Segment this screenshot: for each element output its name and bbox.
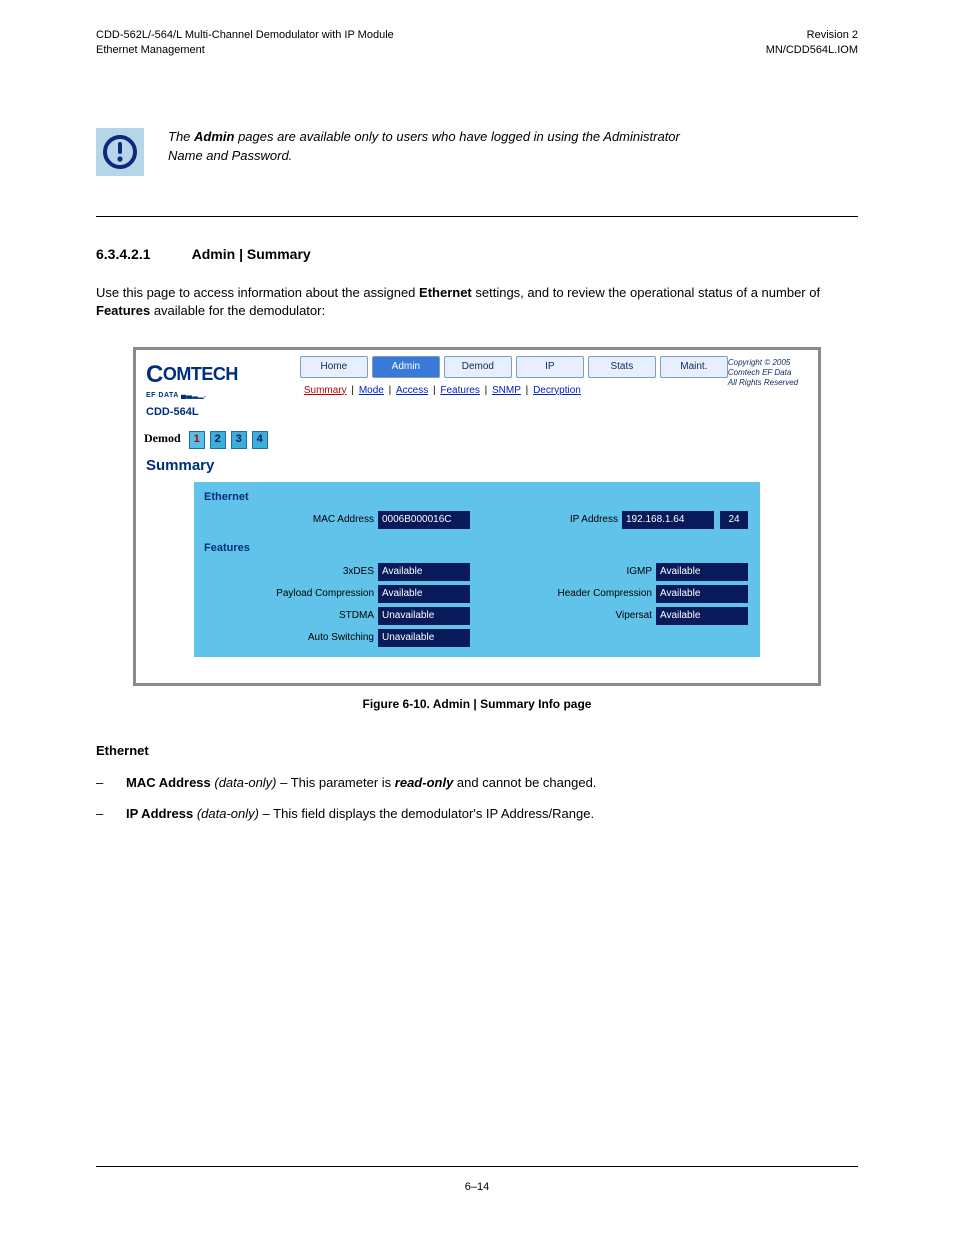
summary-heading: Summary — [136, 449, 818, 482]
subnav-summary[interactable]: Summary — [304, 385, 347, 396]
section-number: 6.3.4.2.1 — [96, 245, 188, 265]
features-section-title: Features — [200, 531, 754, 560]
tab-stats[interactable]: Stats — [588, 356, 656, 378]
sub-nav: Summary | Mode | Access | Features | SNM… — [292, 378, 728, 398]
notice-admin-word: Admin — [194, 129, 238, 144]
ethernet-description-heading: Ethernet — [96, 742, 858, 760]
demod-badge-2[interactable]: 2 — [210, 431, 226, 448]
feature-payload-compression: Payload Compression Available — [206, 585, 470, 603]
tab-admin[interactable]: Admin — [372, 356, 440, 378]
tab-demod[interactable]: Demod — [444, 356, 512, 378]
tab-home[interactable]: Home — [300, 356, 368, 378]
figure-caption: Figure 6-10. Admin | Summary Info page — [96, 696, 858, 713]
page-number: 6–14 — [465, 1181, 489, 1193]
header-right-line1: Revision 2 — [766, 28, 858, 43]
important-text: The Admin pages are available only to us… — [168, 128, 858, 166]
demod-badge-4[interactable]: 4 — [252, 431, 268, 448]
ethernet-section-title: Ethernet — [200, 486, 754, 509]
main-tabs: Home Admin Demod IP Stats Maint. — [292, 356, 728, 378]
important-icon — [96, 128, 144, 176]
subnav-decryption[interactable]: Decryption — [533, 385, 581, 396]
section-title: Admin | Summary — [192, 246, 311, 262]
footer-rule — [96, 1166, 858, 1167]
embedded-screenshot: COMTECH EF DATA ▄▃▂▁. CDD-564L Home Admi… — [133, 347, 821, 686]
feature-3xdes: 3xDES Available — [206, 563, 470, 581]
section-description: Use this page to access information abou… — [96, 284, 858, 320]
mac-address-field: MAC Address 0006B000016C — [206, 511, 470, 529]
demod-badge-3[interactable]: 3 — [231, 431, 247, 448]
page-footer: 6–14 — [0, 1181, 954, 1193]
subnav-mode[interactable]: Mode — [359, 385, 384, 396]
feature-header-compression: Header Compression Available — [484, 585, 748, 603]
important-notice: The Admin pages are available only to us… — [96, 128, 858, 176]
divider — [96, 216, 858, 217]
header-left-line2: Ethernet Management — [96, 43, 394, 58]
feature-auto-switching: Auto Switching Unavailable — [206, 629, 470, 647]
feature-stdma: STDMA Unavailable — [206, 607, 470, 625]
ip-address-value: 192.168.1.64 — [622, 511, 714, 529]
model-label: CDD-564L — [146, 405, 288, 420]
notice-line2: Name and Password. — [168, 148, 292, 163]
notice-rest: pages are available only to users who ha… — [238, 129, 680, 144]
header-right-line2: MN/CDD564L.IOM — [766, 43, 858, 58]
feature-igmp: IGMP Available — [484, 563, 748, 581]
demod-badge-1[interactable]: 1 — [189, 431, 205, 448]
ip-address-field: IP Address 192.168.1.64 24 — [484, 511, 748, 529]
page-running-header: CDD-562L/-564/L Multi-Channel Demodulato… — [0, 0, 954, 58]
copyright-text: Copyright © 2005 Comtech EF Data All Rig… — [728, 356, 812, 388]
subnav-access[interactable]: Access — [396, 385, 428, 396]
header-left-line1: CDD-562L/-564/L Multi-Channel Demodulato… — [96, 28, 394, 43]
ip-address-description: – IP Address (data-only) – This field di… — [96, 804, 858, 824]
notice-prefix: The — [168, 129, 194, 144]
demod-selector: Demod 1 2 3 4 — [136, 424, 818, 448]
feature-vipersat: Vipersat Available — [484, 607, 748, 625]
brand-logo: COMTECH EF DATA ▄▃▂▁. CDD-564L — [142, 356, 292, 425]
ip-mask-value: 24 — [720, 511, 748, 529]
subnav-features[interactable]: Features — [440, 385, 479, 396]
subnav-snmp[interactable]: SNMP — [492, 385, 521, 396]
tab-maint[interactable]: Maint. — [660, 356, 728, 378]
tab-ip[interactable]: IP — [516, 356, 584, 378]
mac-address-description: – MAC Address (data-only) – This paramet… — [96, 773, 858, 793]
mac-address-value: 0006B000016C — [378, 511, 470, 529]
summary-panel: Ethernet MAC Address 0006B000016C IP Add… — [194, 482, 760, 657]
